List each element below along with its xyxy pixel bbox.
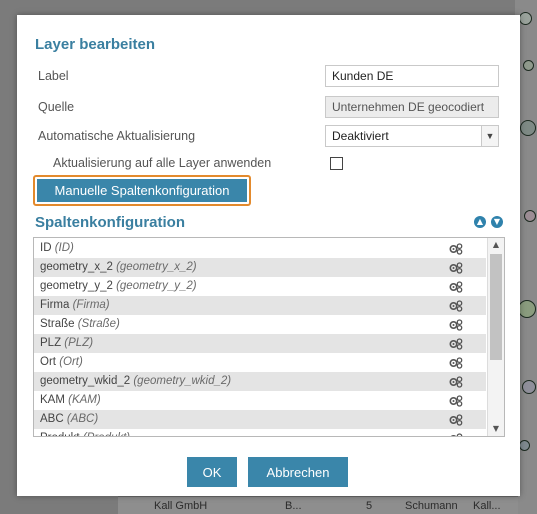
- column-alias: (PLZ): [64, 337, 94, 349]
- map-marker: [523, 60, 534, 71]
- edit-layer-dialog: Layer bearbeiten Label Kunden DE Quelle …: [17, 15, 520, 496]
- column-name: Ort: [40, 356, 56, 368]
- gears-icon[interactable]: [449, 414, 463, 426]
- column-alias: (Straße): [77, 318, 120, 330]
- scroll-up-icon[interactable]: ▲: [488, 238, 504, 252]
- column-row[interactable]: geometry_y_2 (geometry_y_2): [34, 277, 486, 296]
- column-alias: (geometry_x_2): [116, 261, 197, 273]
- column-alias: (KAM): [68, 394, 101, 406]
- gears-icon[interactable]: [449, 357, 463, 369]
- source-input: Unternehmen DE geocodiert: [325, 96, 499, 118]
- chevron-down-icon[interactable]: ▼: [481, 126, 498, 146]
- column-row[interactable]: PLZ (PLZ): [34, 334, 486, 353]
- arrow-up-circle-icon[interactable]: ▲: [474, 216, 486, 228]
- column-row[interactable]: ID (ID): [34, 239, 486, 258]
- column-name: Firma: [40, 299, 70, 311]
- scroll-thumb[interactable]: [490, 254, 502, 360]
- column-row-label: PLZ (PLZ): [40, 334, 93, 353]
- column-row[interactable]: Firma (Firma): [34, 296, 486, 315]
- manual-column-config-button-highlight: Manuelle Spaltenkonfiguration: [33, 175, 251, 206]
- column-name: Produkt: [40, 432, 80, 436]
- background-cell: Kall GmbH: [154, 500, 208, 512]
- column-name: geometry_x_2: [40, 261, 113, 273]
- column-row[interactable]: geometry_x_2 (geometry_x_2): [34, 258, 486, 277]
- column-name: geometry_y_2: [40, 280, 113, 292]
- label-input[interactable]: Kunden DE: [325, 65, 499, 87]
- cancel-button[interactable]: Abbrechen: [248, 457, 348, 487]
- column-name: PLZ: [40, 337, 62, 349]
- gears-icon[interactable]: [449, 262, 463, 274]
- column-alias: (geometry_wkid_2): [133, 375, 232, 387]
- autoupdate-field-label: Automatische Aktualisierung: [38, 129, 196, 143]
- apply-all-checkbox[interactable]: [330, 157, 343, 170]
- gears-icon[interactable]: [449, 243, 463, 255]
- column-name: Straße: [40, 318, 75, 330]
- arrow-down-circle-icon[interactable]: ▼: [491, 216, 503, 228]
- gears-icon[interactable]: [449, 300, 463, 312]
- column-row-label: Ort (Ort): [40, 353, 83, 372]
- column-row-label: geometry_y_2 (geometry_y_2): [40, 277, 197, 296]
- background-cell: B...: [285, 500, 302, 512]
- background-cell: Kall...: [473, 500, 501, 512]
- column-row[interactable]: Ort (Ort): [34, 353, 486, 372]
- map-marker: [524, 210, 536, 222]
- column-alias: (ID): [54, 242, 74, 254]
- column-name: KAM: [40, 394, 65, 406]
- background-cell: Schumann: [405, 500, 458, 512]
- column-name: ID: [40, 242, 52, 254]
- column-row-label: ABC (ABC): [40, 410, 98, 429]
- label-field-label: Label: [38, 69, 69, 83]
- ok-button[interactable]: OK: [187, 457, 237, 487]
- autoupdate-select[interactable]: Deaktiviert ▼: [325, 125, 499, 147]
- column-row[interactable]: KAM (KAM): [34, 391, 486, 410]
- map-marker: [519, 440, 530, 451]
- gears-icon[interactable]: [449, 376, 463, 388]
- column-row[interactable]: geometry_wkid_2 (geometry_wkid_2): [34, 372, 486, 391]
- gears-icon[interactable]: [449, 433, 463, 436]
- column-alias: (ABC): [66, 413, 99, 425]
- column-name: geometry_wkid_2: [40, 375, 131, 387]
- column-row-label: Firma (Firma): [40, 296, 110, 315]
- column-list[interactable]: ID (ID) geometry_x_2 (geometry_x_2) geomet…: [33, 237, 505, 437]
- column-row[interactable]: Produkt (Produkt): [34, 429, 486, 436]
- gears-icon[interactable]: [449, 319, 463, 331]
- column-alias: (Firma): [72, 299, 110, 311]
- map-marker: [520, 120, 536, 136]
- column-row[interactable]: ABC (ABC): [34, 410, 486, 429]
- column-row-label: geometry_wkid_2 (geometry_wkid_2): [40, 372, 231, 391]
- column-row-label: Straße (Straße): [40, 315, 120, 334]
- column-list-scrollbar[interactable]: ▲ ▼: [487, 238, 504, 436]
- map-marker: [518, 300, 536, 318]
- column-alias: (Ort): [59, 356, 83, 368]
- source-field-label: Quelle: [38, 100, 75, 114]
- column-name: ABC: [40, 413, 64, 425]
- column-row-label: Produkt (Produkt): [40, 429, 130, 436]
- map-marker: [519, 12, 532, 25]
- apply-all-label: Aktualisierung auf alle Layer anwenden: [53, 156, 272, 170]
- column-row-label: geometry_x_2 (geometry_x_2): [40, 258, 197, 277]
- column-alias: (Produkt): [83, 432, 130, 436]
- gears-icon[interactable]: [449, 395, 463, 407]
- column-config-title: Spaltenkonfiguration: [35, 214, 185, 231]
- dialog-title: Layer bearbeiten: [35, 36, 156, 53]
- scroll-down-icon[interactable]: ▼: [488, 422, 504, 436]
- manual-column-config-button[interactable]: Manuelle Spaltenkonfiguration: [37, 179, 247, 202]
- autoupdate-select-value: Deaktiviert: [332, 129, 389, 143]
- background-cell: 5: [366, 500, 373, 512]
- map-marker: [522, 380, 536, 394]
- column-row[interactable]: Straße (Straße): [34, 315, 486, 334]
- column-alias: (geometry_y_2): [116, 280, 197, 292]
- column-row-label: KAM (KAM): [40, 391, 101, 410]
- gears-icon[interactable]: [449, 338, 463, 350]
- column-row-label: ID (ID): [40, 239, 74, 258]
- gears-icon[interactable]: [449, 281, 463, 293]
